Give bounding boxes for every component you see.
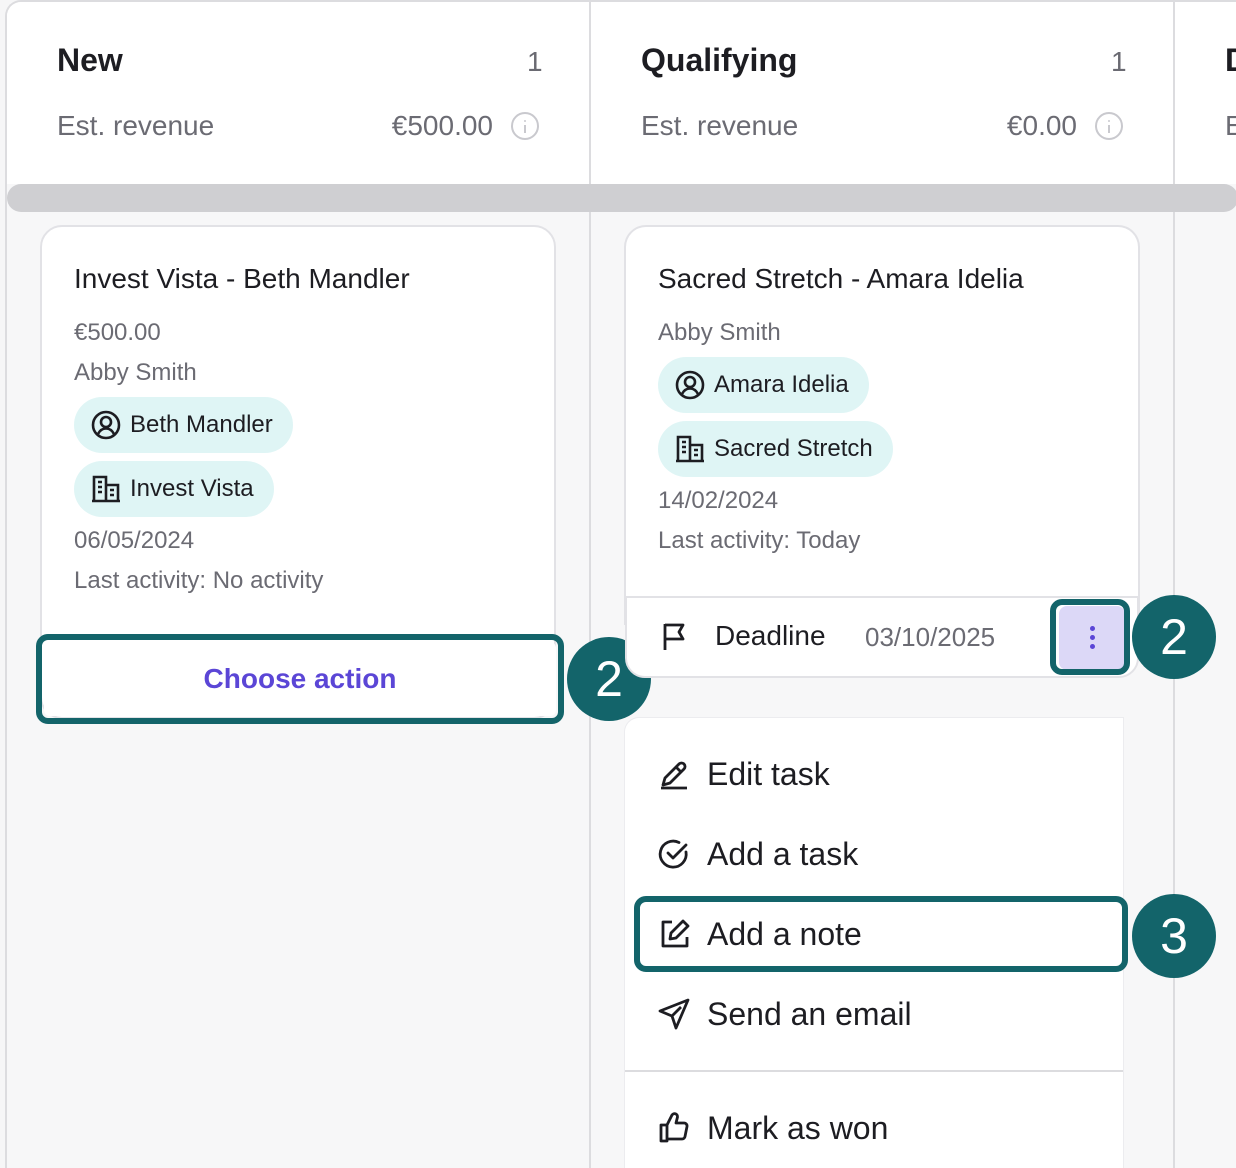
flag-icon [663, 623, 685, 650]
company-chip[interactable]: Invest Vista [74, 461, 274, 517]
company-icon [676, 435, 704, 463]
contact-icon [675, 370, 705, 400]
task-label: Deadline [715, 620, 826, 651]
menu-item-label: Send an email [707, 995, 912, 1032]
annotation-badge: 2 [1132, 595, 1216, 679]
deal-date: 06/05/2024 [74, 527, 195, 554]
annotation-highlight [634, 896, 1128, 972]
column-header: Qualifying 1 Est. revenue €0.00 [591, 2, 1173, 184]
last-activity: Last activity: Today [658, 527, 861, 554]
menu-item-label: Add a task [707, 835, 859, 872]
annotation-highlight [36, 634, 564, 724]
column-header: New 1 Est. revenue €500.00 [7, 2, 589, 184]
send-icon [658, 998, 690, 1030]
revenue-value: €0.00 [1006, 110, 1077, 141]
horizontal-scrollbar[interactable] [7, 184, 1236, 212]
deal-title: Invest Vista - Beth Mandler [74, 263, 410, 294]
contact-chip[interactable]: Beth Mandler [74, 397, 293, 453]
task-date: 03/10/2025 [865, 622, 996, 652]
check-circle-icon [658, 839, 688, 869]
deal-date: 14/02/2024 [658, 487, 779, 514]
menu-divider [625, 1070, 1123, 1072]
menu-item-label: Mark as won [707, 1109, 889, 1146]
menu-item-mark-won[interactable]: Mark as won [657, 1098, 888, 1158]
contact-icon [91, 410, 121, 440]
menu-item-add-task[interactable]: Add a task [657, 824, 858, 884]
revenue-value: €500.00 [391, 110, 493, 141]
menu-item-label: Edit task [707, 755, 830, 792]
contact-chip[interactable]: Amara Idelia [658, 357, 869, 413]
info-icon[interactable] [1095, 112, 1123, 140]
menu-item-edit-task[interactable]: Edit task [657, 744, 830, 804]
revenue-label: Est. revenue [641, 110, 799, 141]
annotation-highlight [1050, 599, 1130, 675]
deal-owner: Abby Smith [658, 319, 781, 346]
annotation-badge: 3 [1132, 894, 1216, 978]
contact-chip-label: Amara Idelia [714, 371, 849, 398]
company-icon [92, 475, 120, 503]
deal-owner: Abby Smith [74, 359, 197, 386]
column-partial: D E [1175, 2, 1236, 1168]
column-header: D E [1175, 2, 1236, 184]
company-chip-label: Sacred Stretch [714, 435, 873, 462]
revenue-label: Est. revenue [57, 110, 215, 141]
column-count: 1 [1111, 46, 1127, 77]
menu-item-send-email[interactable]: Send an email [657, 984, 912, 1044]
pencil-icon [661, 761, 687, 790]
column-title: Qualifying [641, 42, 798, 78]
column-title: D [1225, 42, 1236, 79]
thumbs-up-icon [659, 1112, 689, 1143]
company-chip-label: Invest Vista [130, 475, 254, 502]
revenue-label: E [1225, 110, 1236, 142]
deal-amount: €500.00 [74, 319, 161, 346]
contact-chip-label: Beth Mandler [130, 411, 273, 438]
company-chip[interactable]: Sacred Stretch [658, 421, 893, 477]
deal-title: Sacred Stretch - Amara Idelia [658, 263, 1024, 294]
column-count: 1 [527, 46, 543, 77]
last-activity: Last activity: No activity [74, 567, 324, 594]
deal-card[interactable]: Sacred Stretch - Amara Idelia Abby Smith… [624, 225, 1140, 625]
column-title: New [57, 42, 123, 78]
info-icon[interactable] [511, 112, 539, 140]
